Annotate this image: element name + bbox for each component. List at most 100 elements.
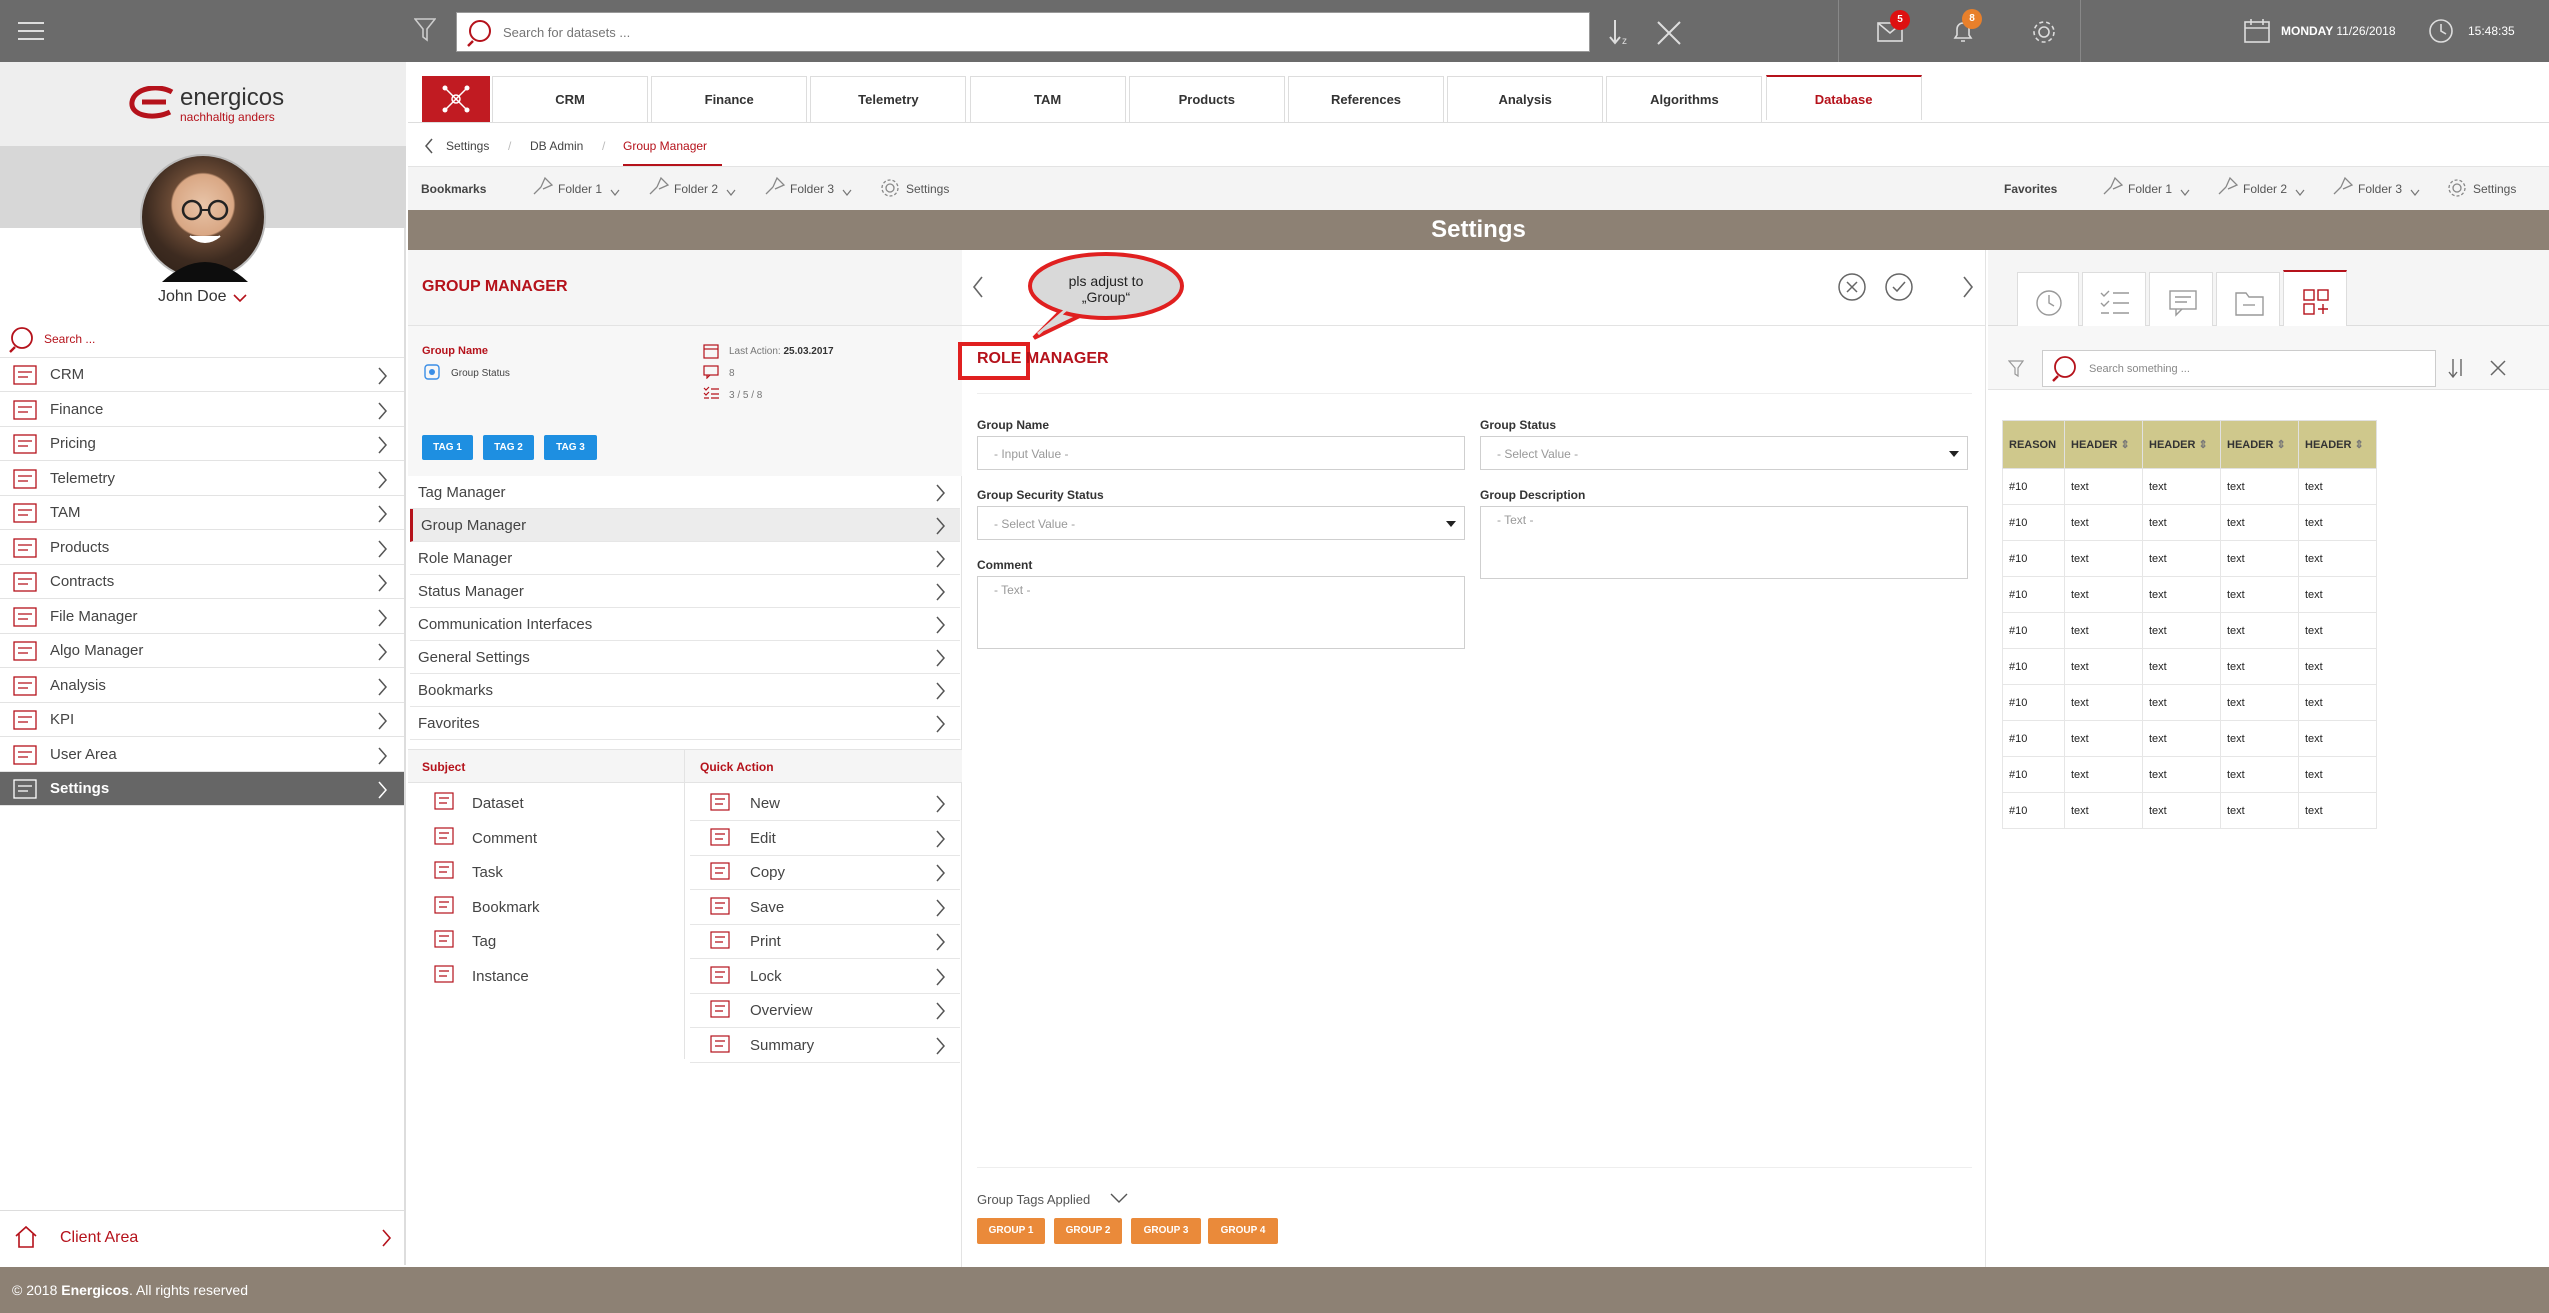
favorite-folder-2[interactable]: Folder 2: [2243, 182, 2287, 196]
confirm-check-icon[interactable]: [1884, 272, 1914, 302]
sidebar-search-placeholder[interactable]: Search ...: [44, 332, 95, 346]
back-chevron-icon[interactable]: [424, 138, 434, 154]
settings-gear-icon[interactable]: [2030, 18, 2058, 46]
tab-finance[interactable]: Finance: [651, 76, 808, 122]
tab-tam[interactable]: TAM: [969, 76, 1126, 122]
table-row[interactable]: #10 text text text text: [2002, 648, 2377, 685]
bookmark-folder-1[interactable]: Folder 1: [558, 182, 602, 196]
column-header-4[interactable]: HEADER ⇕: [2298, 420, 2377, 469]
bookmark-folder-icon[interactable]: [2332, 176, 2354, 196]
files-tab[interactable]: [2216, 272, 2280, 326]
sidebar-item-finance[interactable]: Finance: [0, 393, 404, 427]
dataset-search-box[interactable]: [456, 12, 1590, 52]
breadcrumb-item-settings[interactable]: Settings: [446, 139, 489, 153]
sort-icon[interactable]: ⇕: [2273, 439, 2286, 451]
table-row[interactable]: #10 text text text text: [2002, 720, 2377, 757]
tab-products[interactable]: Products: [1128, 76, 1285, 122]
chevron-down-icon[interactable]: [2410, 184, 2420, 202]
sidebar-item-pricing[interactable]: Pricing: [0, 427, 404, 461]
tab-analysis[interactable]: Analysis: [1447, 76, 1604, 122]
sort-icon[interactable]: ⇕: [2117, 439, 2130, 451]
bookmark-folder-icon[interactable]: [2217, 176, 2239, 196]
menu-item-status-manager[interactable]: Status Manager: [410, 575, 960, 608]
previous-chevron-icon[interactable]: [972, 276, 984, 298]
group-name-field[interactable]: - Input Value -: [977, 436, 1465, 470]
sidebar-item-algo-manager[interactable]: Algo Manager: [0, 634, 404, 668]
subject-item-comment[interactable]: Comment: [420, 822, 680, 856]
sort-icon[interactable]: z: [1608, 18, 1634, 46]
menu-item-general-settings[interactable]: General Settings: [410, 641, 960, 674]
table-row[interactable]: #10 text text text text: [2002, 468, 2377, 505]
sidebar-item-tam[interactable]: TAM: [0, 496, 404, 530]
gear-icon[interactable]: [2447, 178, 2467, 198]
avatar[interactable]: [140, 154, 266, 282]
filter-icon[interactable]: [2008, 360, 2024, 378]
column-header-0[interactable]: REASON: [2002, 420, 2065, 469]
subject-item-dataset[interactable]: Dataset: [420, 787, 680, 821]
client-area-link[interactable]: Client Area: [0, 1210, 404, 1265]
subject-item-tag[interactable]: Tag: [420, 925, 680, 959]
menu-item-role-manager[interactable]: Role Manager: [410, 542, 960, 575]
menu-item-favorites[interactable]: Favorites: [410, 707, 960, 740]
menu-item-group-manager[interactable]: Group Manager: [410, 509, 960, 542]
filter-icon[interactable]: [414, 18, 436, 42]
sidebar-item-crm[interactable]: CRM: [0, 358, 404, 392]
bookmark-folder-icon[interactable]: [764, 176, 786, 196]
tasks-tab[interactable]: [2082, 272, 2146, 326]
chevron-down-icon[interactable]: [2180, 184, 2190, 202]
group-tag-3[interactable]: GROUP 3: [1131, 1218, 1201, 1244]
chevron-down-icon[interactable]: [842, 184, 852, 202]
menu-item-bookmarks[interactable]: Bookmarks: [410, 674, 960, 707]
favorite-settings[interactable]: Settings: [2473, 182, 2516, 196]
group-tags-applied-label[interactable]: Group Tags Applied: [977, 1192, 1090, 1207]
group-tag-2[interactable]: GROUP 2: [1054, 1218, 1122, 1244]
tab-references[interactable]: References: [1288, 76, 1444, 122]
menu-item-communication-interfaces[interactable]: Communication Interfaces: [410, 608, 960, 641]
instances-tab[interactable]: [2283, 270, 2347, 327]
chevron-down-icon[interactable]: [233, 294, 247, 304]
dataset-search-input[interactable]: [503, 21, 1503, 43]
cancel-circle-icon[interactable]: [1837, 272, 1867, 302]
subject-item-bookmark[interactable]: Bookmark: [420, 891, 680, 925]
sidebar-item-user-area[interactable]: User Area: [0, 738, 404, 772]
sidebar-item-file-manager[interactable]: File Manager: [0, 600, 404, 634]
comments-tab[interactable]: [2149, 272, 2213, 326]
sidebar-item-telemetry[interactable]: Telemetry: [0, 462, 404, 496]
quick-action-overview[interactable]: Overview: [690, 994, 960, 1028]
tag-1[interactable]: TAG 1: [422, 435, 473, 460]
history-tab[interactable]: [2017, 272, 2079, 326]
gear-icon[interactable]: [880, 178, 900, 198]
comment-textarea[interactable]: - Text -: [977, 576, 1465, 649]
sort-icon[interactable]: [2448, 358, 2466, 378]
tab-telemetry[interactable]: Telemetry: [810, 76, 967, 122]
menu-item-tag-manager[interactable]: Tag Manager: [410, 476, 960, 509]
table-row[interactable]: #10 text text text text: [2002, 540, 2377, 577]
group-status-select[interactable]: - Select Value -: [1480, 436, 1968, 470]
subject-item-task[interactable]: Task: [420, 856, 680, 890]
quick-action-edit[interactable]: Edit: [690, 822, 960, 856]
next-chevron-icon[interactable]: [1962, 276, 1974, 298]
breadcrumb-item-group-manager[interactable]: Group Manager: [623, 139, 707, 153]
sidebar-item-products[interactable]: Products: [0, 531, 404, 565]
chevron-down-icon[interactable]: [1110, 1193, 1128, 1205]
tab-crm[interactable]: CRM: [492, 76, 648, 122]
sidebar-item-analysis[interactable]: Analysis: [0, 669, 404, 703]
group-description-textarea[interactable]: - Text -: [1480, 506, 1968, 579]
sidebar-item-kpi[interactable]: KPI: [0, 703, 404, 737]
group-tag-1[interactable]: GROUP 1: [977, 1218, 1045, 1244]
quick-action-save[interactable]: Save: [690, 891, 960, 925]
tag-3[interactable]: TAG 3: [544, 435, 597, 460]
bookmark-folder-icon[interactable]: [2102, 176, 2124, 196]
table-row[interactable]: #10 text text text text: [2002, 576, 2377, 613]
subject-item-instance[interactable]: Instance: [420, 960, 680, 994]
hamburger-menu-icon[interactable]: [18, 21, 44, 41]
sidebar-search[interactable]: Search ...: [0, 320, 404, 358]
favorite-folder-1[interactable]: Folder 1: [2128, 182, 2172, 196]
table-row[interactable]: #10 text text text text: [2002, 756, 2377, 793]
table-row[interactable]: #10 text text text text: [2002, 792, 2377, 829]
bookmark-folder-icon[interactable]: [532, 176, 554, 196]
column-header-2[interactable]: HEADER ⇕: [2142, 420, 2221, 469]
tab-database[interactable]: Database: [1765, 75, 1922, 120]
table-row[interactable]: #10 text text text text: [2002, 684, 2377, 721]
table-row[interactable]: #10 text text text text: [2002, 612, 2377, 649]
